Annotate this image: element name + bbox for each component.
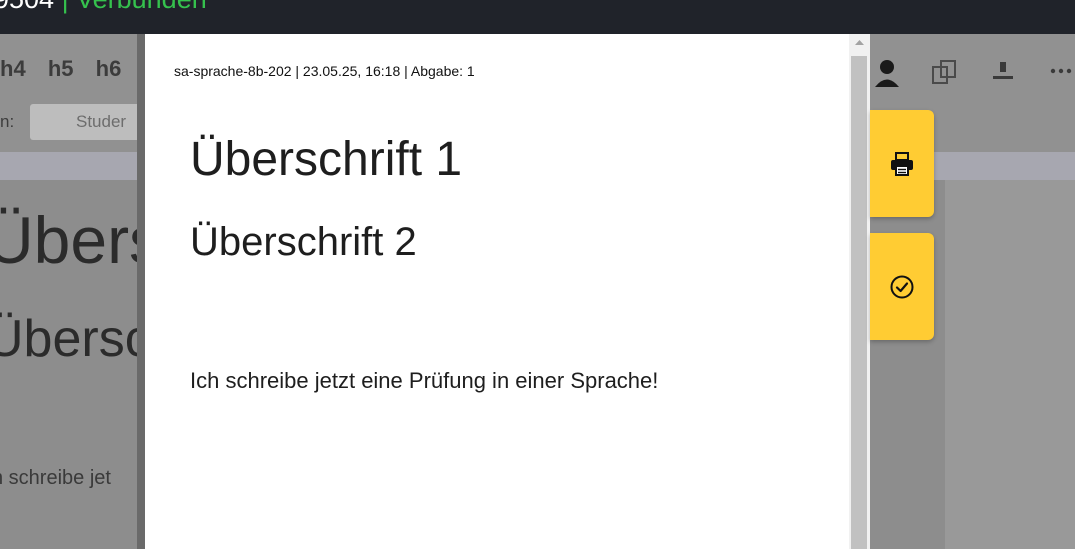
preview-heading-1: Überschrift 1: [190, 133, 463, 186]
user-icon: [875, 60, 899, 87]
h6-button: h6: [95, 56, 122, 81]
document-meta: sa-sprache-8b-202 | 23.05.25, 16:18 | Ab…: [174, 63, 475, 79]
session-number: 9504: [0, 0, 54, 14]
style-select: Studer: [30, 104, 140, 140]
style-label: n:: [0, 112, 15, 131]
heading-buttons: h4 h5 h6: [0, 56, 137, 82]
background-toolbar-icons: [870, 58, 1075, 88]
copy-icon: [932, 60, 956, 84]
more-icon: [1050, 68, 1072, 74]
background-paragraph: h schreibe jet: [0, 467, 111, 489]
preview-heading-2: Überschrift 2: [190, 220, 417, 264]
check-circle-icon: [890, 275, 914, 298]
printer-icon: [891, 151, 913, 176]
confirm-button[interactable]: [870, 233, 934, 340]
print-button[interactable]: [870, 110, 934, 217]
preview-paragraph: Ich schreibe jetzt eine Prüfung in einer…: [190, 368, 659, 393]
connection-status: | Verbunden: [62, 0, 207, 14]
preview-scrollbar[interactable]: [849, 34, 870, 549]
top-status-bar: 9504 | Verbunden: [0, 0, 1075, 34]
connection-info: 9504 | Verbunden: [0, 0, 207, 15]
upload-icon: [993, 62, 1013, 79]
print-preview-modal: sa-sprache-8b-202 | 23.05.25, 16:18 | Ab…: [145, 34, 849, 549]
modal-shadow: [137, 34, 145, 549]
background-right-panel: [945, 180, 1075, 549]
h5-button: h5: [47, 56, 74, 81]
h4-button: h4: [0, 56, 26, 81]
scrollbar-thumb[interactable]: [851, 56, 867, 549]
scroll-up-arrow-icon[interactable]: [849, 34, 870, 52]
